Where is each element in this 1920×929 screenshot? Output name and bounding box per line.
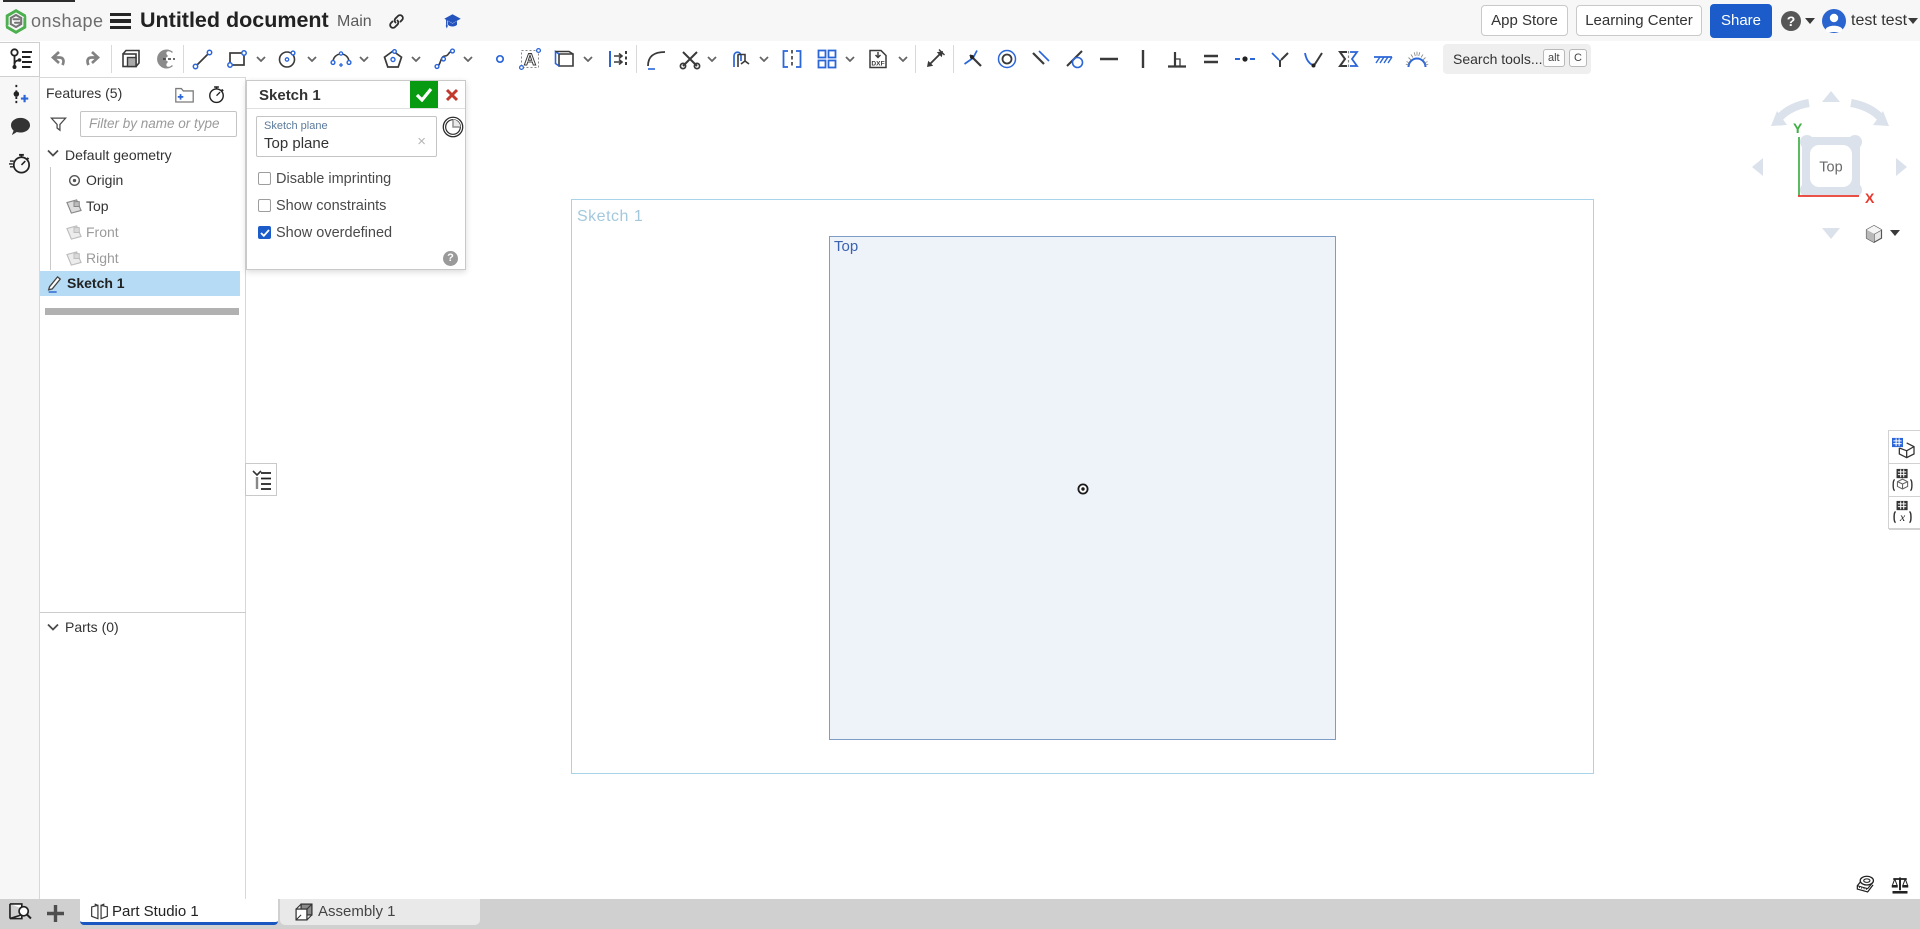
- svg-text:X: X: [1865, 190, 1875, 205]
- svg-text:x: x: [1899, 510, 1906, 524]
- svg-text:DXF: DXF: [871, 61, 884, 68]
- svg-text:Y: Y: [1793, 120, 1803, 136]
- svg-text:A: A: [524, 50, 536, 69]
